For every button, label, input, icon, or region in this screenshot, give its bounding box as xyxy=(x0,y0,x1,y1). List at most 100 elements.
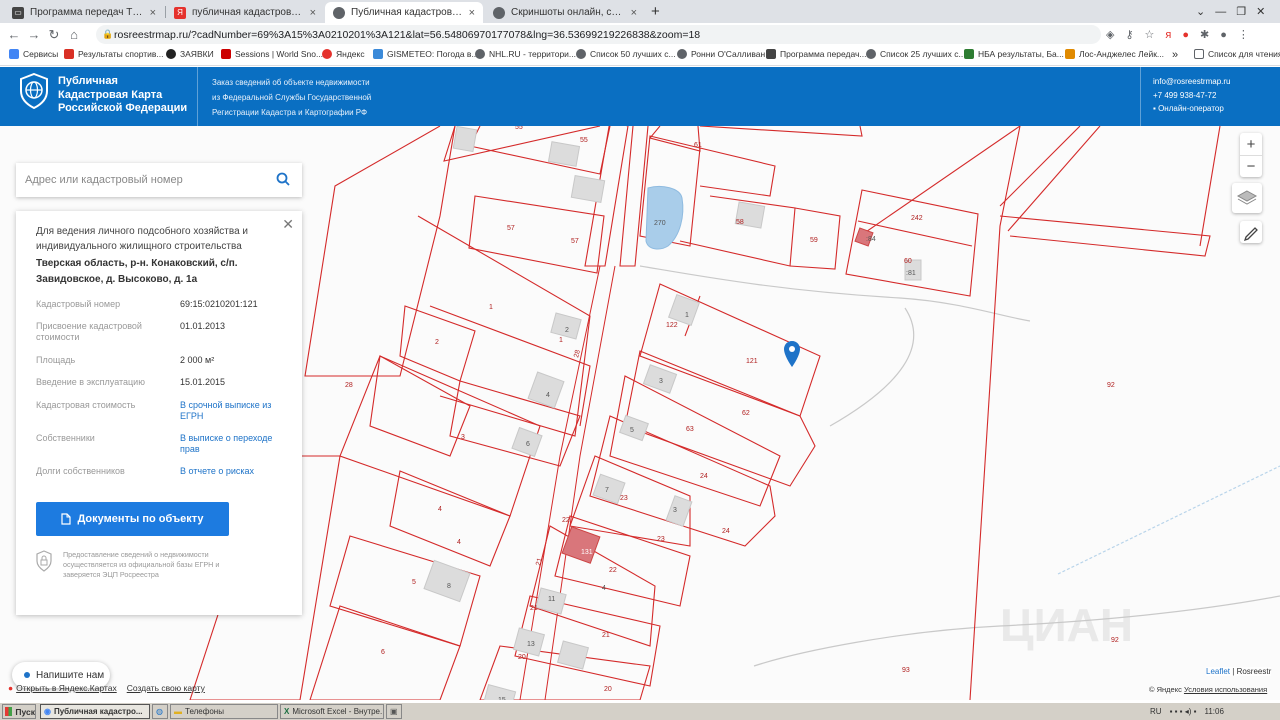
key-icon[interactable]: ⚷ xyxy=(1125,28,1133,41)
close-tab-icon[interactable]: × xyxy=(469,7,475,19)
map-label: 5 xyxy=(630,427,634,434)
road-line xyxy=(639,265,1031,322)
taskbar-app[interactable]: ▣ xyxy=(386,704,402,719)
bookmark-item[interactable]: Список 50 лучших с... xyxy=(576,49,676,59)
taskbar-folder[interactable]: ▬ Телефоны xyxy=(170,704,278,719)
reload-icon[interactable]: ↻ xyxy=(44,27,64,43)
building xyxy=(619,414,649,442)
chat-label: Напишите нам xyxy=(36,669,105,681)
zoom-in-button[interactable]: + xyxy=(1240,133,1262,155)
building xyxy=(570,174,606,204)
globe-icon xyxy=(576,49,586,59)
leaflet-link[interactable]: Leaflet xyxy=(1206,667,1230,676)
map-label: 24 xyxy=(700,473,708,480)
bookmark-item[interactable]: Ронни О'Салливан xyxy=(677,49,765,59)
back-icon[interactable]: ← xyxy=(4,27,24,42)
close-tab-icon[interactable]: × xyxy=(310,7,316,19)
yandex-badge-icon[interactable]: ● xyxy=(1182,29,1189,41)
apps-icon xyxy=(9,49,19,59)
browser-tab-3[interactable]: Публичная кадастровая карта × xyxy=(325,2,483,23)
translate-icon[interactable]: ◈ xyxy=(1106,28,1114,41)
bookmark-item[interactable]: Sessions | World Sno... xyxy=(221,49,323,59)
browser-tab-2[interactable]: Я публичная кадастровая карта твер × xyxy=(166,2,324,23)
close-icon[interactable]: ✕ xyxy=(282,216,294,233)
close-window-icon[interactable]: ✕ xyxy=(1256,5,1265,18)
browser-tab-4[interactable]: Скриншоты онлайн, сервис получ × xyxy=(485,2,645,23)
tab-search-icon[interactable]: ⌄ xyxy=(1196,5,1205,18)
bookmark-item[interactable]: GISMETEO: Погода в... xyxy=(373,49,479,59)
email-link[interactable]: info@rosreestrmap.ru xyxy=(1153,75,1230,89)
bookmark-item[interactable]: ЗАЯВКИ xyxy=(166,49,214,59)
url-field[interactable]: 🔒 rosreestrmap.ru/?cadNumber=69%3A15%3A0… xyxy=(96,25,1101,44)
map-label: 15 xyxy=(498,697,506,700)
minimize-icon[interactable]: — xyxy=(1215,6,1226,18)
taskbar-app[interactable]: ◍ xyxy=(152,704,168,719)
bookmark-item[interactable]: Результаты спортив... xyxy=(64,49,164,59)
extension-icons: ◈ ⚷ ☆ я ● ✱ ● ⋮ xyxy=(1106,23,1249,46)
brand-title[interactable]: Публичная Кадастровая Карта Российской Ф… xyxy=(58,75,187,116)
terms-link[interactable]: Условия использования xyxy=(1184,685,1267,694)
search-box[interactable]: Адрес или кадастровый номер xyxy=(16,163,302,197)
map-label: 55 xyxy=(580,137,588,144)
open-in-yandex-link[interactable]: ● Открыть в Яндекс.Картах xyxy=(8,683,117,693)
new-tab-button[interactable]: + xyxy=(651,0,660,23)
globe-icon xyxy=(475,49,485,59)
bookmark-item[interactable]: Лос-Анджелес Лейк... xyxy=(1065,49,1164,59)
tv-icon: ▭ xyxy=(12,6,24,19)
building xyxy=(547,141,581,167)
search-icon[interactable] xyxy=(276,172,290,186)
reading-list[interactable]: Список для чтения xyxy=(1194,49,1280,59)
bookmark-item[interactable]: Яндекс xyxy=(322,49,365,59)
taskbar: Пуск ◉ Публичная кадастро... ◍ ▬ Телефон… xyxy=(0,702,1280,720)
start-button[interactable]: Пуск xyxy=(2,704,36,719)
map-label: 2 xyxy=(435,339,439,346)
bookmark-icon xyxy=(373,49,383,59)
map-label: 60 xyxy=(904,258,912,265)
location-pin-icon[interactable] xyxy=(784,341,800,367)
layers-button[interactable] xyxy=(1232,183,1262,213)
close-tab-icon[interactable]: × xyxy=(631,7,637,19)
map-label: 93 xyxy=(902,667,910,674)
bookmark-item[interactable]: NHL.RU - территори... xyxy=(475,49,576,59)
map-label: 20 xyxy=(604,686,612,693)
bookmarks-more[interactable]: » xyxy=(1172,49,1178,61)
owners-link[interactable]: В выписке о переходе прав xyxy=(180,433,290,455)
star-icon[interactable]: ☆ xyxy=(1145,28,1155,41)
home-icon[interactable]: ⌂ xyxy=(64,27,84,42)
forward-icon[interactable]: → xyxy=(24,27,44,42)
building xyxy=(556,640,590,670)
yandex-icon xyxy=(322,49,332,59)
documents-button[interactable]: Документы по объекту xyxy=(36,502,229,536)
bookmark-item[interactable]: НБА результаты, Ба... xyxy=(964,49,1064,59)
language-indicator[interactable]: RU xyxy=(1150,707,1162,716)
globe-shield-logo[interactable] xyxy=(19,73,49,109)
phone-link[interactable]: +7 499 938-47-72 xyxy=(1153,89,1230,103)
clock: 11:06 xyxy=(1204,707,1224,716)
measure-button[interactable] xyxy=(1240,221,1262,243)
bookmark-item[interactable]: Программа передач... xyxy=(766,49,867,59)
close-tab-icon[interactable]: × xyxy=(150,7,156,19)
profile-icon[interactable]: ● xyxy=(1220,29,1227,41)
debts-link[interactable]: В отчете о рисках xyxy=(180,466,290,477)
taskbar-chrome[interactable]: ◉ Публичная кадастро... xyxy=(40,704,150,719)
restore-icon[interactable]: ❐ xyxy=(1236,5,1246,18)
documents-button-label: Документы по объекту xyxy=(77,513,204,525)
create-map-link[interactable]: Создать свою карту xyxy=(127,683,205,693)
map-label: 23 xyxy=(620,495,628,502)
browser-tab-1[interactable]: ▭ Программа передач ТВ — Яндекс × xyxy=(4,2,164,23)
taskbar-excel[interactable]: X Microsoft Excel - Внутре... xyxy=(280,704,384,719)
online-operator-link[interactable]: ▪ Онлайн-оператор xyxy=(1153,102,1230,116)
menu-icon[interactable]: ⋮ xyxy=(1238,28,1249,41)
cadastral-value-link[interactable]: В срочной выписке из ЕГРН xyxy=(180,400,290,422)
excel-icon: X xyxy=(284,707,290,716)
map-label: 1 xyxy=(685,312,689,319)
zoom-out-button[interactable]: − xyxy=(1240,155,1262,177)
map-label: 122 xyxy=(666,322,678,329)
bookmark-item[interactable]: Список 25 лучших с... xyxy=(866,49,966,59)
document-icon xyxy=(61,513,72,525)
puzzle-icon[interactable]: ✱ xyxy=(1200,28,1209,41)
bookmark-item[interactable]: Сервисы xyxy=(9,49,58,59)
yandex-ext-icon[interactable]: я xyxy=(1165,29,1171,41)
building xyxy=(550,312,582,340)
map-label: 59 xyxy=(810,237,818,244)
